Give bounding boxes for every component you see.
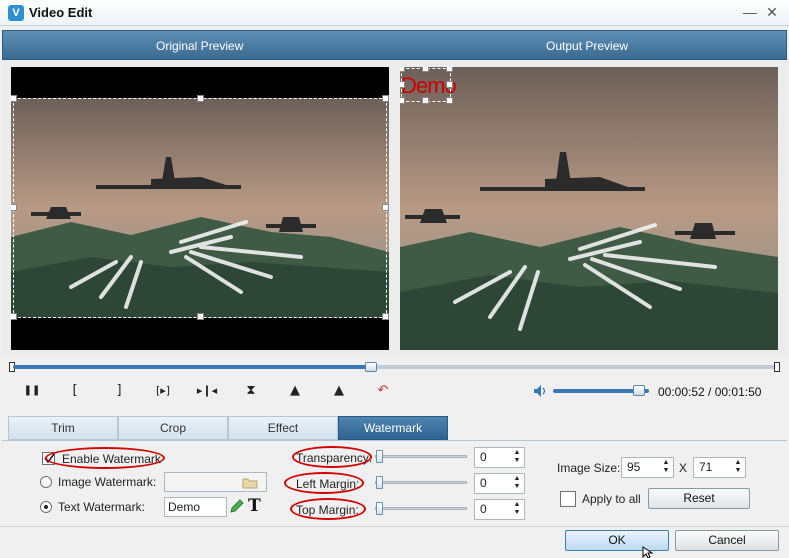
video-scene-image (400, 67, 778, 350)
size-separator: X (679, 461, 688, 475)
spin-arrows-icon[interactable]: ▲ ▼ (511, 475, 523, 492)
highlight-ellipse (292, 446, 372, 468)
spin-arrows-icon[interactable]: ▲ ▼ (511, 501, 523, 518)
original-video-frame[interactable] (11, 67, 389, 350)
watermark-handle[interactable] (446, 67, 453, 72)
output-video-frame: Demo (400, 67, 778, 350)
image-width-value: 95 (627, 460, 641, 474)
mark-out-button[interactable]: ] (107, 380, 131, 402)
font-icon[interactable]: T (248, 496, 261, 516)
highlight-ellipse (284, 472, 364, 494)
image-width-spinbox[interactable]: 95 ▲ ▼ (621, 457, 674, 478)
undo-button[interactable]: ↶ (371, 380, 395, 402)
crop-handle[interactable] (382, 204, 389, 211)
time-readout: 00:00:52 / 00:01:50 (658, 385, 762, 399)
crop-handle[interactable] (382, 95, 389, 102)
volume-thumb[interactable] (633, 385, 645, 396)
crop-handle[interactable] (382, 313, 389, 320)
tab-crop[interactable]: Crop (118, 416, 228, 440)
watermark-handle[interactable] (422, 67, 429, 72)
top-margin-slider[interactable] (375, 507, 467, 510)
timeline-progress (13, 365, 371, 369)
crop-handle[interactable] (197, 313, 204, 320)
speaker-icon[interactable] (533, 384, 547, 398)
crop-handle[interactable] (197, 95, 204, 102)
watermark-handle[interactable] (400, 67, 405, 72)
transparency-spinbox[interactable]: 0 ▲ ▼ (474, 447, 525, 468)
top-margin-value: 0 (480, 502, 487, 516)
watermark-frame[interactable] (400, 67, 453, 104)
timeline-end-marker[interactable] (774, 362, 780, 372)
timeline-thumb[interactable] (365, 362, 377, 372)
folder-icon[interactable] (242, 476, 258, 489)
next-frame-button[interactable]: [▸] (151, 380, 175, 402)
tab-watermark[interactable]: Watermark (338, 416, 448, 440)
playback-controls: ❚❚ [ ] [▸] ▸❙◂ ⧗ ▲ ▲ ↶ 00:00:52 / 00:01:… (0, 380, 789, 404)
timeline-slider[interactable] (9, 362, 780, 372)
crop-frame[interactable] (11, 95, 389, 320)
footer-divider (0, 526, 789, 527)
mark-in-button[interactable]: [ (63, 380, 87, 402)
minimize-button[interactable]: — (740, 3, 760, 21)
top-margin-spinbox[interactable]: 0 ▲ ▼ (474, 499, 525, 520)
cancel-button[interactable]: Cancel (675, 530, 779, 551)
preview-header: Original Preview Output Preview (2, 30, 787, 60)
rotate-left-button[interactable]: ▲ (283, 380, 307, 402)
close-button[interactable]: ✕ (762, 3, 782, 21)
window-title: Video Edit (29, 5, 93, 20)
text-watermark-radio[interactable] (40, 501, 52, 513)
rotate-right-button[interactable]: ▲ (327, 380, 351, 402)
text-watermark-input[interactable]: Demo (164, 497, 227, 517)
image-watermark-radio[interactable] (40, 476, 52, 488)
highlight-ellipse (45, 447, 165, 469)
skip-button[interactable]: ▸❙◂ (195, 380, 219, 402)
apply-to-all-label[interactable]: Apply to all (582, 492, 641, 506)
watermark-handle[interactable] (422, 97, 429, 104)
highlight-ellipse (290, 498, 366, 520)
crop-handle[interactable] (11, 204, 17, 211)
tab-effect[interactable]: Effect (228, 416, 338, 440)
mouse-cursor-icon (642, 546, 654, 558)
left-margin-value: 0 (480, 476, 487, 490)
watermark-handle[interactable] (446, 81, 453, 88)
reset-button[interactable]: Reset (648, 488, 750, 509)
top-margin-slider-thumb[interactable] (376, 502, 383, 515)
left-margin-slider-thumb[interactable] (376, 476, 383, 489)
output-preview-label: Output Preview (546, 39, 629, 53)
flip-vertical-button[interactable]: ⧗ (239, 380, 263, 402)
tab-trim[interactable]: Trim (8, 416, 118, 440)
watermark-handle[interactable] (400, 81, 405, 88)
crop-handle[interactable] (11, 313, 17, 320)
text-watermark-label: Text Watermark: (58, 500, 145, 514)
transparency-value: 0 (480, 450, 487, 464)
crop-handle[interactable] (11, 95, 17, 102)
image-watermark-label: Image Watermark: (58, 475, 157, 489)
pencil-icon[interactable] (228, 499, 244, 515)
transparency-slider[interactable] (375, 455, 467, 458)
pause-button[interactable]: ❚❚ (20, 380, 44, 402)
image-height-value: 71 (699, 460, 713, 474)
spin-arrows-icon[interactable]: ▲ ▼ (660, 459, 672, 476)
spin-arrows-icon[interactable]: ▲ ▼ (511, 449, 523, 466)
image-size-label: Image Size: (557, 461, 621, 475)
spin-arrows-icon[interactable]: ▲ ▼ (732, 459, 744, 476)
original-preview-label: Original Preview (156, 39, 244, 53)
transparency-slider-thumb[interactable] (376, 450, 383, 463)
image-height-spinbox[interactable]: 71 ▲ ▼ (693, 457, 746, 478)
watermark-handle[interactable] (446, 97, 453, 104)
watermark-panel: Enable Watermark Image Watermark: Text W… (2, 440, 787, 524)
left-margin-spinbox[interactable]: 0 ▲ ▼ (474, 473, 525, 494)
apply-to-all-checkbox[interactable] (560, 491, 576, 507)
title-bar: V Video Edit — ✕ (0, 0, 789, 26)
watermark-handle[interactable] (400, 97, 405, 104)
left-margin-slider[interactable] (375, 481, 467, 484)
app-logo-icon: V (8, 5, 24, 21)
